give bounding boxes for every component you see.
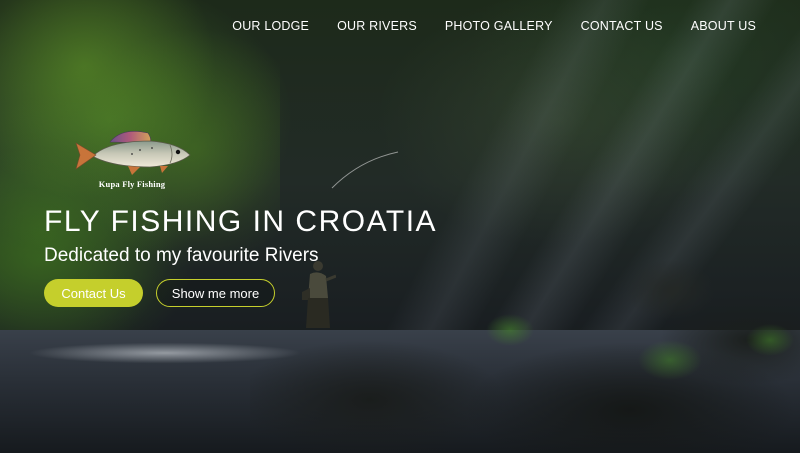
nav-item-contact-us[interactable]: CONTACT US xyxy=(581,19,663,33)
hero-section: OUR LODGE OUR RIVERS PHOTO GALLERY CONTA… xyxy=(0,0,800,453)
contact-us-button[interactable]: Contact Us xyxy=(44,279,143,307)
hero-headline: FLY FISHING IN CROATIA xyxy=(44,205,438,238)
background-plants xyxy=(470,300,800,420)
fly-line-graphic xyxy=(331,151,399,189)
site-logo[interactable]: Kupa Fly Fishing xyxy=(70,125,194,193)
nav-item-about-us[interactable]: ABOUT US xyxy=(691,19,756,33)
nav-item-our-lodge[interactable]: OUR LODGE xyxy=(232,19,309,33)
logo-text: Kupa Fly Fishing xyxy=(98,179,166,189)
nav-item-photo-gallery[interactable]: PHOTO GALLERY xyxy=(445,19,553,33)
main-navigation: OUR LODGE OUR RIVERS PHOTO GALLERY CONTA… xyxy=(232,19,756,33)
show-me-more-button[interactable]: Show me more xyxy=(156,279,275,307)
nav-item-our-rivers[interactable]: OUR RIVERS xyxy=(337,19,417,33)
angler-silhouette xyxy=(302,261,336,328)
grayling-fish-icon xyxy=(75,131,191,175)
hero-subheadline: Dedicated to my favourite Rivers xyxy=(44,245,319,266)
